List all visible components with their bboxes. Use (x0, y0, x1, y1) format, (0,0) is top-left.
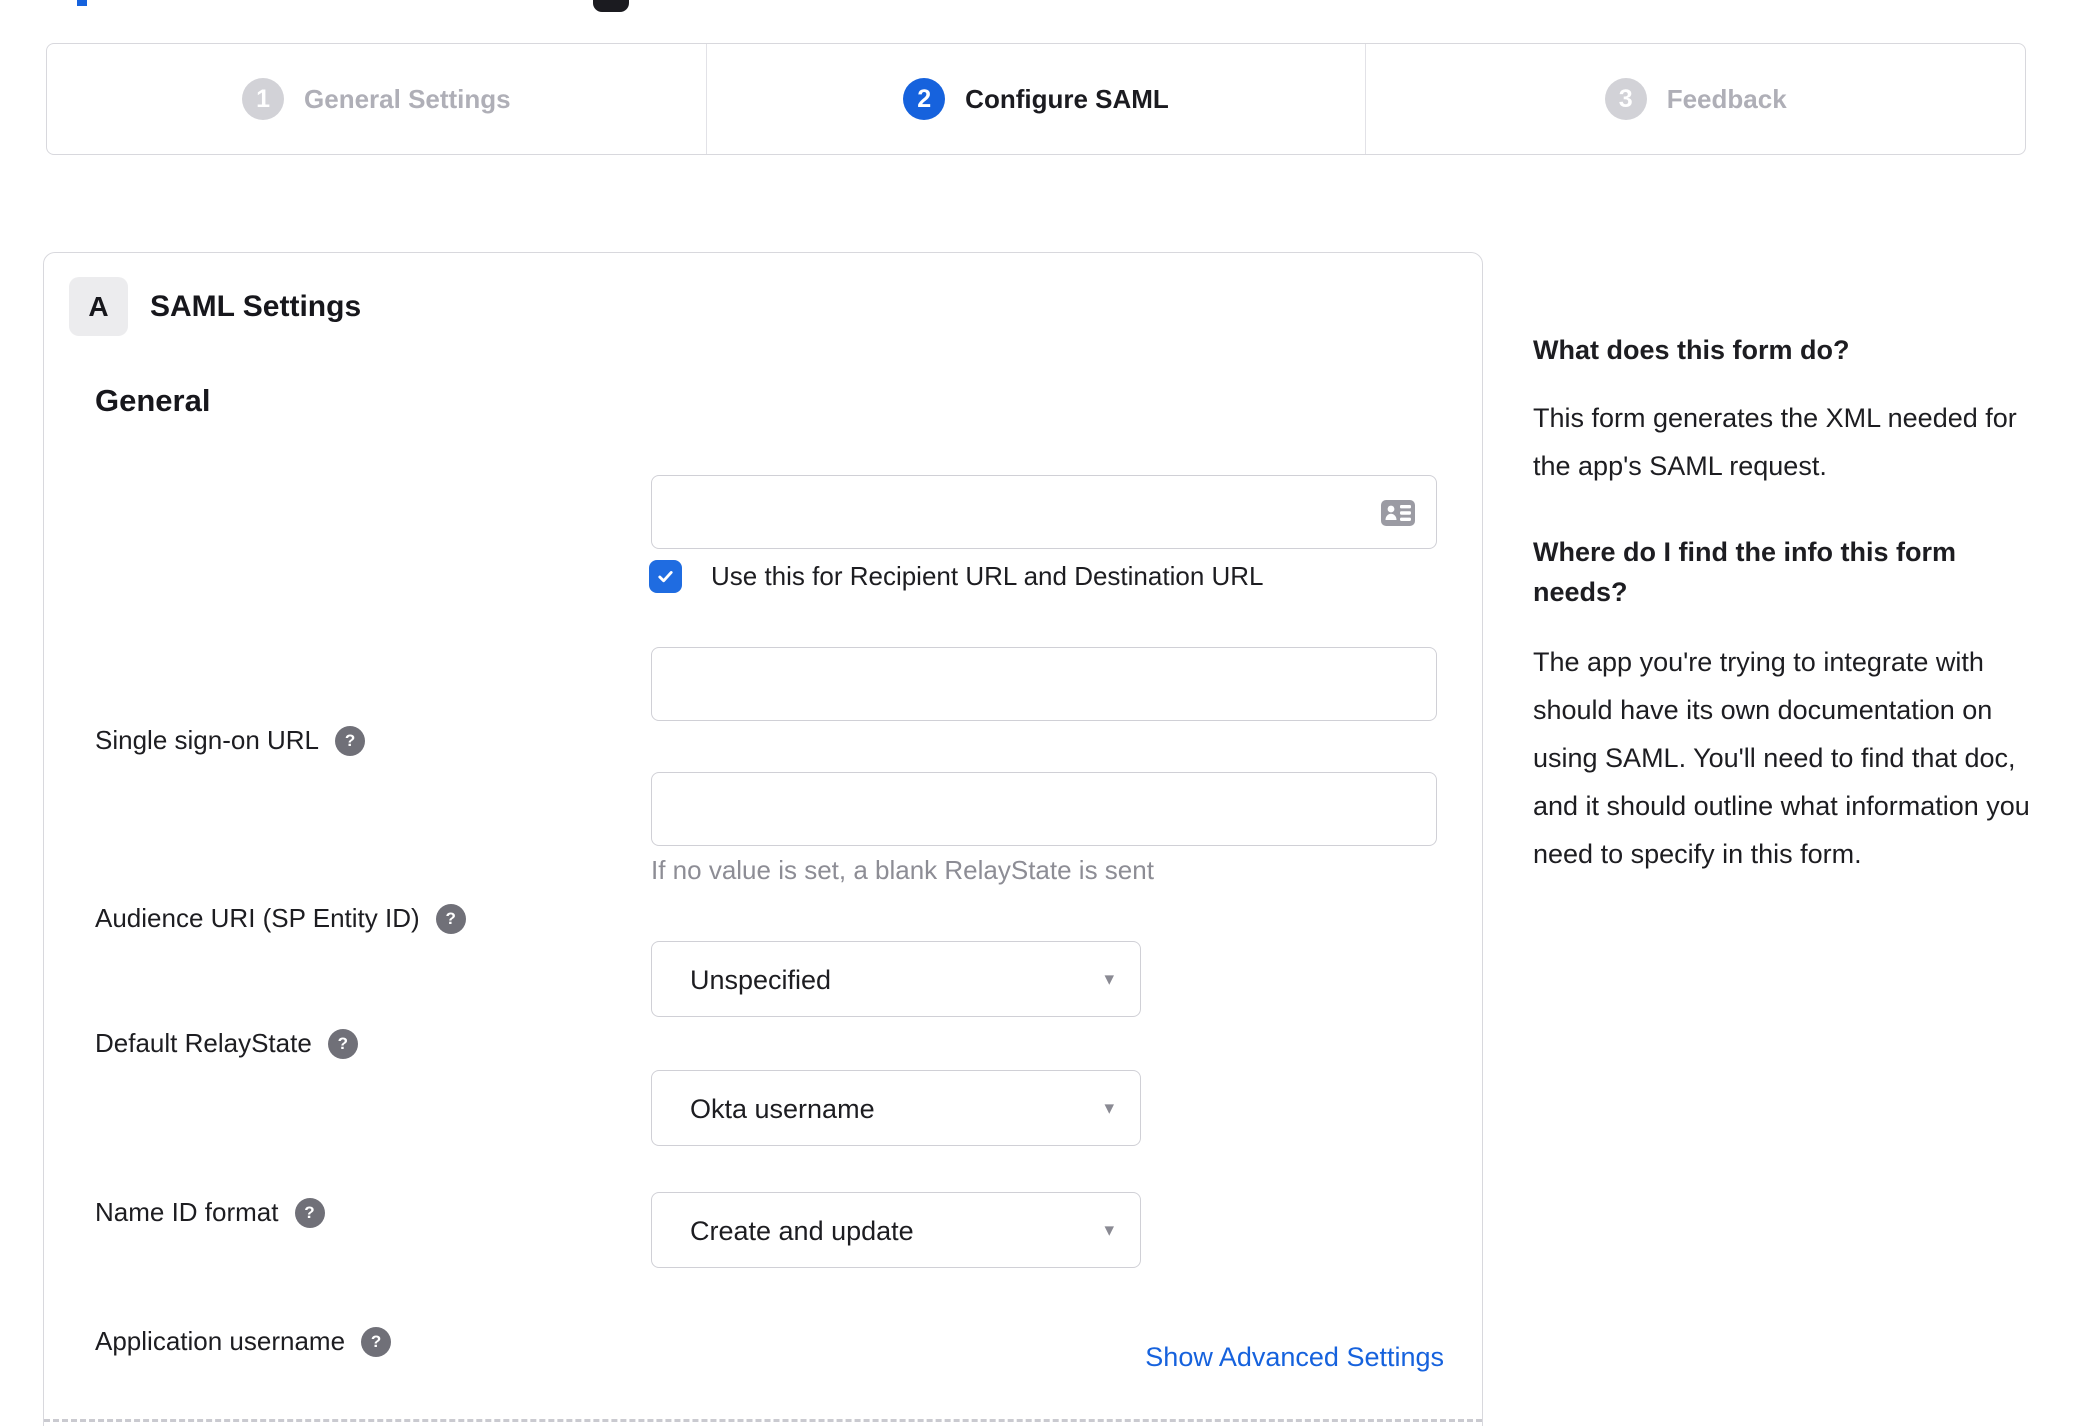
contact-card-icon (1381, 500, 1415, 526)
select-value: Unspecified (690, 965, 832, 995)
name-id-format-label: Name ID format (95, 1197, 279, 1227)
sidebar-heading-where: Where do I find the info this form needs… (1533, 537, 1956, 607)
step-feedback[interactable]: 3 Feedback (1365, 44, 2025, 154)
chevron-down-icon: ▾ (1104, 969, 1114, 990)
wizard-stepper: 1 General Settings 2 Configure SAML 3 Fe… (46, 43, 2026, 155)
sso-url-label: Single sign-on URL (95, 725, 320, 755)
saml-wizard-page: { "colors": { "accent": "#1662dd", "link… (0, 0, 2092, 1426)
step-configure-saml[interactable]: 2 Configure SAML (705, 44, 1366, 154)
sso-url-input-wrap (651, 475, 1437, 549)
show-advanced-settings-link[interactable]: Show Advanced Settings (1145, 1342, 1444, 1373)
field-label-wrap: Application username ? (95, 1326, 392, 1357)
help-sidebar: What does this form do? This form genera… (1533, 330, 2038, 878)
section-a-badge: A (69, 277, 128, 336)
step-label: Configure SAML (965, 83, 1169, 114)
relaystate-hint: If no value is set, a blank RelayState i… (651, 855, 1154, 885)
chevron-down-icon: ▾ (1104, 1098, 1114, 1119)
general-section-heading: General (95, 383, 211, 418)
app-logo-fragment (593, 0, 629, 12)
help-icon[interactable]: ? (435, 903, 466, 934)
panel-header: A SAML Settings (69, 277, 361, 336)
help-icon[interactable]: ? (335, 725, 366, 756)
step-label: Feedback (1666, 83, 1787, 114)
step-number-badge: 1 (242, 78, 285, 120)
default-relaystate-input[interactable] (651, 772, 1437, 846)
saml-settings-panel: A SAML Settings General Single sign-on U… (43, 252, 1483, 1426)
sso-url-input[interactable] (651, 475, 1437, 549)
step-number-badge: 3 (1604, 78, 1647, 120)
recipient-url-checkbox-row: Use this for Recipient URL and Destinati… (649, 560, 1264, 593)
field-label-wrap: Name ID format ? (95, 1197, 325, 1228)
chevron-down-icon: ▾ (1104, 1220, 1114, 1241)
step-general-settings[interactable]: 1 General Settings (47, 44, 706, 154)
panel-title: SAML Settings (150, 289, 362, 323)
field-label-wrap: Audience URI (SP Entity ID) ? (95, 903, 466, 934)
sidebar-heading-what: What does this form do? (1533, 335, 1850, 365)
sidebar-paragraph-what: This form generates the XML needed for t… (1533, 403, 2017, 481)
field-label-wrap: Default RelayState ? (95, 1028, 358, 1059)
help-icon[interactable]: ? (327, 1028, 358, 1059)
step-label: General Settings (304, 83, 511, 114)
select-value: Okta username (690, 1094, 875, 1124)
select-value: Create and update (690, 1216, 914, 1246)
help-icon[interactable]: ? (294, 1197, 325, 1228)
field-label-wrap: Single sign-on URL ? (95, 725, 366, 756)
audience-uri-label: Audience URI (SP Entity ID) (95, 903, 420, 933)
page-title-fragment (77, 0, 87, 6)
default-relaystate-label: Default RelayState (95, 1028, 312, 1058)
step-number-badge: 2 (903, 78, 946, 120)
sidebar-paragraph-where: The app you're trying to integrate with … (1533, 647, 2030, 869)
section-divider-dashed (44, 1419, 1482, 1422)
recipient-url-checkbox-label: Use this for Recipient URL and Destinati… (711, 561, 1264, 591)
audience-uri-input[interactable] (651, 647, 1437, 721)
application-username-select[interactable]: Okta username ▾ (651, 1070, 1141, 1146)
recipient-url-checkbox[interactable] (649, 560, 682, 593)
name-id-format-select[interactable]: Unspecified ▾ (651, 941, 1141, 1017)
application-username-label: Application username (95, 1326, 346, 1356)
check-icon (658, 571, 673, 583)
help-icon[interactable]: ? (361, 1326, 392, 1357)
update-app-username-select[interactable]: Create and update ▾ (651, 1192, 1141, 1268)
